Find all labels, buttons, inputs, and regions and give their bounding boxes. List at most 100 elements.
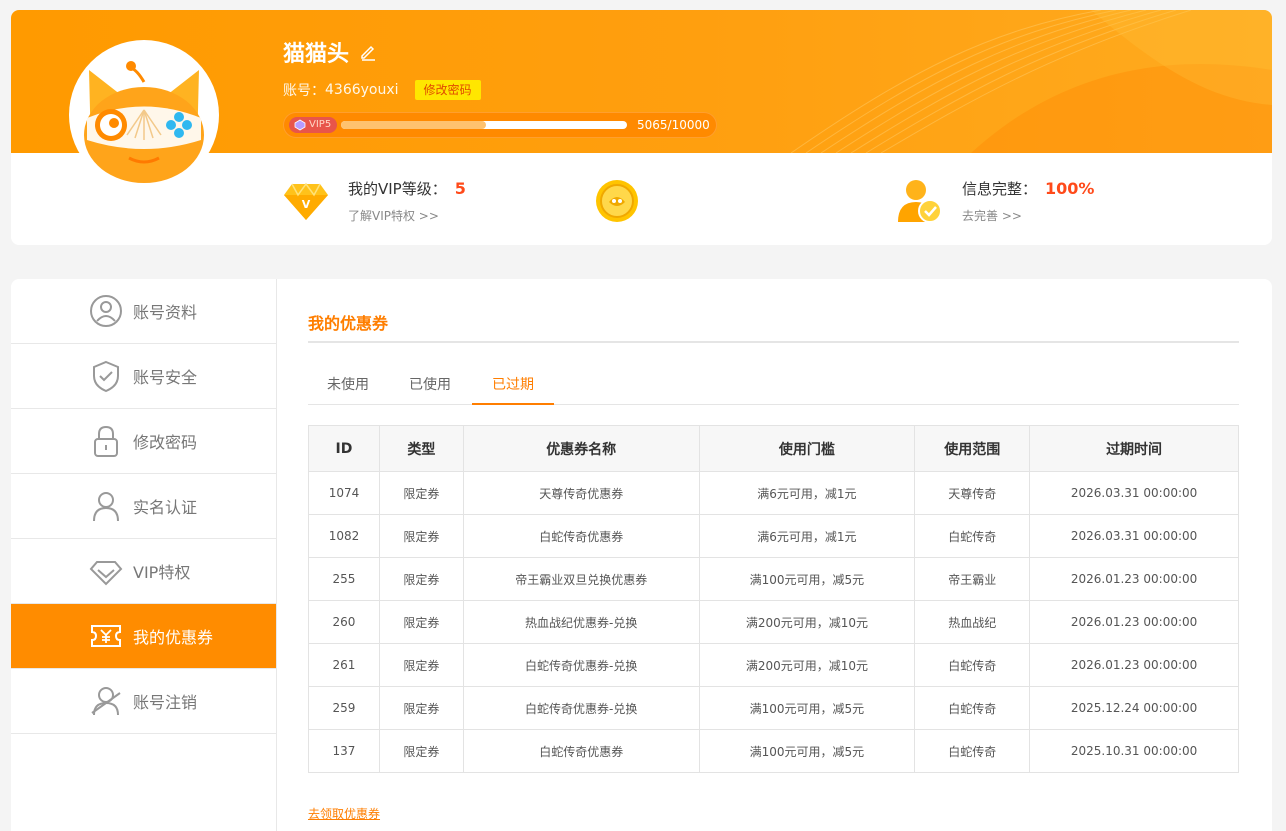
cell-id: 260 (308, 600, 380, 644)
cell-type: 限定券 (378, 514, 464, 558)
info-complete-stat: 信息完整： 100% 去完善 >> (896, 178, 1094, 224)
username-row: 猫猫头 (283, 36, 377, 68)
cell-scope: 白蛇传奇 (914, 514, 1031, 558)
table-row: 1082 限定券 白蛇传奇优惠券 满6元可用，减1元 白蛇传奇 2026.03.… (308, 514, 1239, 558)
header-id: ID (308, 425, 380, 472)
username: 猫猫头 (283, 42, 350, 67)
cell-threshold: 满100元可用，减5元 (698, 557, 916, 601)
sidebar-item-label: 账号注销 (133, 693, 198, 712)
table-row: 137 限定券 白蛇传奇优惠券 满100元可用，减5元 白蛇传奇 2025.10… (308, 729, 1239, 773)
tab-used[interactable]: 已使用 (390, 373, 470, 405)
info-complete-label: 信息完整： (962, 180, 1038, 198)
user-cancel-icon (89, 684, 123, 718)
get-coupon-link[interactable]: 去领取优惠券 (308, 805, 380, 822)
account-row: 账号： 4366youxi 修改密码 (283, 80, 481, 100)
cell-type: 限定券 (378, 471, 464, 515)
cell-expire: 2025.12.24 00:00:00 (1029, 686, 1239, 730)
svg-text:V: V (302, 198, 311, 211)
info-complete-value: 100% (1045, 179, 1095, 198)
cell-scope: 热血战纪 (914, 600, 1031, 644)
cell-name: 白蛇传奇优惠券 (462, 514, 700, 558)
sidebar-item-label: VIP特权 (133, 563, 191, 582)
table-header-row: ID 类型 优惠券名称 使用门槛 使用范围 过期时间 (308, 425, 1239, 472)
user-circle-icon (89, 294, 123, 328)
cell-name: 白蛇传奇优惠券 (462, 729, 700, 773)
exp-progress-text: 5065/10000 (637, 118, 710, 132)
coupon-icon (89, 619, 123, 653)
vip-progress-bar: VIP5 5065/10000 (283, 112, 717, 138)
shield-check-icon (89, 359, 123, 393)
edit-pencil-icon[interactable] (359, 43, 377, 61)
header-coupon-name: 优惠券名称 (462, 425, 700, 472)
sidebar-item-label: 实名认证 (133, 498, 198, 517)
cell-threshold: 满6元可用，减1元 (698, 514, 916, 558)
cell-expire: 2025.10.31 00:00:00 (1029, 729, 1239, 773)
sidebar-item-account-security[interactable]: 账号安全 (11, 344, 276, 409)
cell-expire: 2026.01.23 00:00:00 (1029, 600, 1239, 644)
cell-id: 259 (308, 686, 380, 730)
cell-type: 限定券 (378, 686, 464, 730)
header-scope: 使用范围 (914, 425, 1031, 472)
tab-unused[interactable]: 未使用 (308, 373, 388, 405)
content-panel: 账号资料 账号安全 修改密码 实名认证 VIP特权 我的优惠券 账号注销 我的优… (11, 279, 1272, 831)
sidebar-item-real-name[interactable]: 实名认证 (11, 474, 276, 539)
coupon-main: 我的优惠券 未使用 已使用 已过期 ID 类型 优惠券名称 使用门槛 使用范围 … (308, 279, 1240, 831)
cell-id: 137 (308, 729, 380, 773)
vip-level-value: 5 (454, 179, 466, 198)
sidebar: 账号资料 账号安全 修改密码 实名认证 VIP特权 我的优惠券 账号注销 (11, 279, 277, 831)
title-divider (308, 341, 1239, 343)
cell-type: 限定券 (378, 643, 464, 687)
sidebar-item-label: 账号安全 (133, 368, 198, 387)
coupon-tabs: 未使用 已使用 已过期 (308, 373, 1239, 405)
cell-name: 白蛇传奇优惠券-兑换 (462, 686, 700, 730)
sidebar-item-vip[interactable]: VIP特权 (11, 539, 276, 604)
cell-threshold: 满6元可用，减1元 (698, 471, 916, 515)
vip-privileges-link[interactable]: 了解VIP特权 >> (348, 207, 466, 224)
cell-scope: 白蛇传奇 (914, 643, 1031, 687)
diamond-icon (89, 554, 123, 588)
vip-gem-icon (294, 119, 306, 131)
cell-threshold: 满100元可用，减5元 (698, 729, 916, 773)
table-row: 261 限定券 白蛇传奇优惠券-兑换 满200元可用，减10元 白蛇传奇 202… (308, 643, 1239, 687)
cat-mascot-icon (84, 61, 204, 183)
vip-diamond-icon: V (284, 182, 328, 220)
cell-id: 1082 (308, 514, 380, 558)
cell-name: 天尊传奇优惠券 (462, 471, 700, 515)
cell-id: 255 (308, 557, 380, 601)
sidebar-item-account-profile[interactable]: 账号资料 (11, 279, 276, 344)
cell-name: 帝王霸业双旦兑换优惠券 (462, 557, 700, 601)
table-row: 1074 限定券 天尊传奇优惠券 满6元可用，减1元 天尊传奇 2026.03.… (308, 471, 1239, 515)
cell-scope: 白蛇传奇 (914, 686, 1031, 730)
account-id: 4366youxi (325, 82, 399, 98)
cell-expire: 2026.01.23 00:00:00 (1029, 643, 1239, 687)
table-row: 259 限定券 白蛇传奇优惠券-兑换 满100元可用，减5元 白蛇传奇 2025… (308, 686, 1239, 730)
cell-expire: 2026.03.31 00:00:00 (1029, 471, 1239, 515)
cell-type: 限定券 (378, 729, 464, 773)
header-threshold: 使用门槛 (698, 425, 916, 472)
sidebar-item-label: 我的优惠券 (133, 628, 214, 647)
cell-threshold: 满200元可用，减10元 (698, 643, 916, 687)
cell-name: 热血战纪优惠券-兑换 (462, 600, 700, 644)
header-expire-time: 过期时间 (1029, 425, 1239, 472)
sidebar-item-change-password[interactable]: 修改密码 (11, 409, 276, 474)
change-password-button[interactable]: 修改密码 (414, 80, 481, 100)
avatar[interactable] (69, 40, 219, 190)
table-row: 255 限定券 帝王霸业双旦兑换优惠券 满100元可用，减5元 帝王霸业 202… (308, 557, 1239, 601)
lock-icon (89, 424, 123, 458)
table-row: 260 限定券 热血战纪优惠券-兑换 满200元可用，减10元 热血战纪 202… (308, 600, 1239, 644)
vip-level-badge: VIP5 (289, 117, 338, 133)
sidebar-item-account-cancel[interactable]: 账号注销 (11, 669, 276, 734)
exp-track (341, 121, 627, 129)
account-label: 账号： (283, 83, 325, 99)
vip-badge-label: VIP5 (309, 119, 332, 130)
sidebar-item-my-coupons[interactable]: 我的优惠券 (11, 604, 276, 669)
cell-type: 限定券 (378, 600, 464, 644)
tab-expired[interactable]: 已过期 (472, 373, 554, 405)
cell-scope: 帝王霸业 (914, 557, 1031, 601)
complete-info-link[interactable]: 去完善 >> (962, 207, 1094, 224)
cell-type: 限定券 (378, 557, 464, 601)
cell-id: 261 (308, 643, 380, 687)
sidebar-item-label: 修改密码 (133, 433, 198, 452)
exp-fill (341, 121, 486, 129)
cell-threshold: 满100元可用，减5元 (698, 686, 916, 730)
